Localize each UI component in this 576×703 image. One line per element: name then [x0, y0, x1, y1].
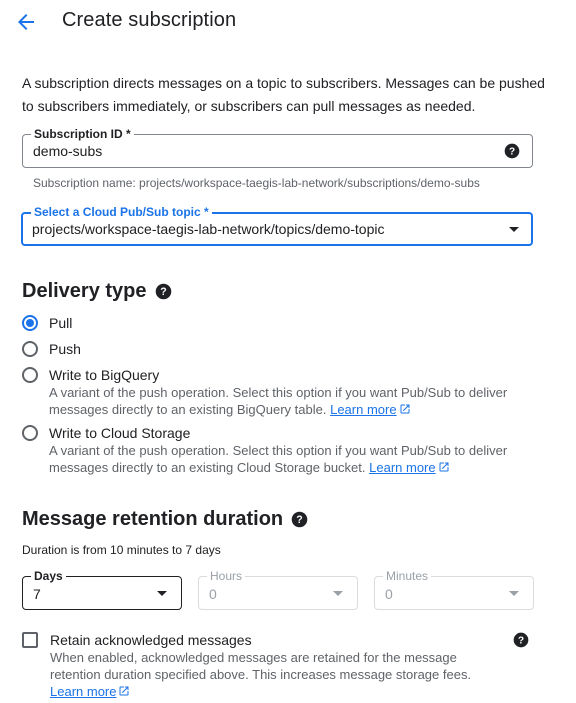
retention-title: Message retention duration — [22, 508, 284, 530]
help-icon[interactable]: ? — [513, 632, 529, 648]
subscription-id-label: Subscription ID * — [31, 126, 134, 142]
radio-label: Push — [49, 341, 81, 357]
svg-text:?: ? — [518, 635, 524, 646]
help-icon[interactable]: ? — [291, 511, 308, 528]
topic-select[interactable]: Select a Cloud Pub/Sub topic * projects/… — [21, 204, 533, 246]
days-value: 7 — [33, 586, 41, 602]
days-label: Days — [31, 568, 66, 584]
retention-heading: Message retention duration ? — [22, 508, 308, 531]
radio-description: A variant of the push operation. Select … — [49, 385, 508, 417]
delivery-type-heading: Delivery type ? — [22, 280, 172, 303]
hours-value: 0 — [209, 586, 217, 602]
delivery-option-push[interactable]: Push — [22, 340, 81, 358]
delivery-option-cloud-storage[interactable]: Write to Cloud Storage A variant of the … — [22, 424, 549, 476]
topic-value: projects/workspace-taegis-lab-network/to… — [32, 221, 385, 237]
retain-acked-option[interactable]: Retain acknowledged messages When enable… — [22, 631, 500, 700]
retain-acked-checkbox[interactable] — [22, 632, 38, 648]
retain-acked-label: Retain acknowledged messages — [50, 632, 252, 648]
duration-note: Duration is from 10 minutes to 7 days — [22, 543, 221, 557]
chevron-down-icon[interactable] — [509, 591, 519, 596]
svg-text:?: ? — [296, 514, 302, 526]
radio-label: Pull — [49, 315, 73, 331]
retain-acked-description: When enabled, acknowledged messages are … — [50, 650, 472, 699]
radio-label: Write to BigQuery — [49, 367, 160, 383]
subscription-id-field[interactable]: Subscription ID * demo-subs ? — [22, 126, 533, 168]
delivery-option-bigquery[interactable]: Write to BigQuery A variant of the push … — [22, 366, 549, 418]
learn-more-link[interactable]: Learn more — [330, 402, 396, 417]
delivery-type-title: Delivery type — [22, 280, 147, 302]
page-title: Create subscription — [62, 9, 237, 31]
radio-push[interactable] — [22, 341, 38, 357]
svg-text:?: ? — [160, 286, 166, 298]
learn-more-link[interactable]: Learn more — [50, 684, 116, 699]
delivery-option-pull[interactable]: Pull — [22, 314, 72, 332]
chevron-down-icon[interactable] — [157, 591, 167, 596]
help-icon[interactable]: ? — [504, 143, 520, 159]
open-in-new-icon[interactable] — [118, 685, 130, 697]
radio-label: Write to Cloud Storage — [49, 425, 191, 441]
radio-cloud-storage[interactable] — [22, 425, 38, 441]
subscription-name-hint: Subscription name: projects/workspace-ta… — [33, 176, 480, 190]
radio-description: A variant of the push operation. Select … — [49, 443, 508, 475]
open-in-new-icon[interactable] — [438, 461, 450, 473]
subscription-id-value[interactable]: demo-subs — [33, 143, 102, 159]
topic-label: Select a Cloud Pub/Sub topic * — [31, 204, 212, 220]
chevron-down-icon[interactable] — [509, 227, 519, 232]
minutes-select[interactable]: Minutes 0 — [374, 568, 534, 610]
hours-select[interactable]: Hours 0 — [198, 568, 358, 610]
radio-pull[interactable] — [22, 315, 38, 331]
help-icon[interactable]: ? — [155, 283, 172, 300]
arrow-back-icon[interactable] — [14, 10, 38, 34]
page-header: Create subscription — [0, 0, 576, 44]
hours-label: Hours — [207, 568, 246, 584]
open-in-new-icon[interactable] — [399, 403, 411, 415]
minutes-label: Minutes — [383, 568, 432, 584]
minutes-value: 0 — [385, 586, 393, 602]
days-select[interactable]: Days 7 — [22, 568, 182, 610]
chevron-down-icon[interactable] — [333, 591, 343, 596]
learn-more-link[interactable]: Learn more — [369, 460, 435, 475]
svg-text:?: ? — [509, 146, 515, 157]
radio-bigquery[interactable] — [22, 367, 38, 383]
intro-text: A subscription directs messages on a top… — [22, 75, 545, 114]
